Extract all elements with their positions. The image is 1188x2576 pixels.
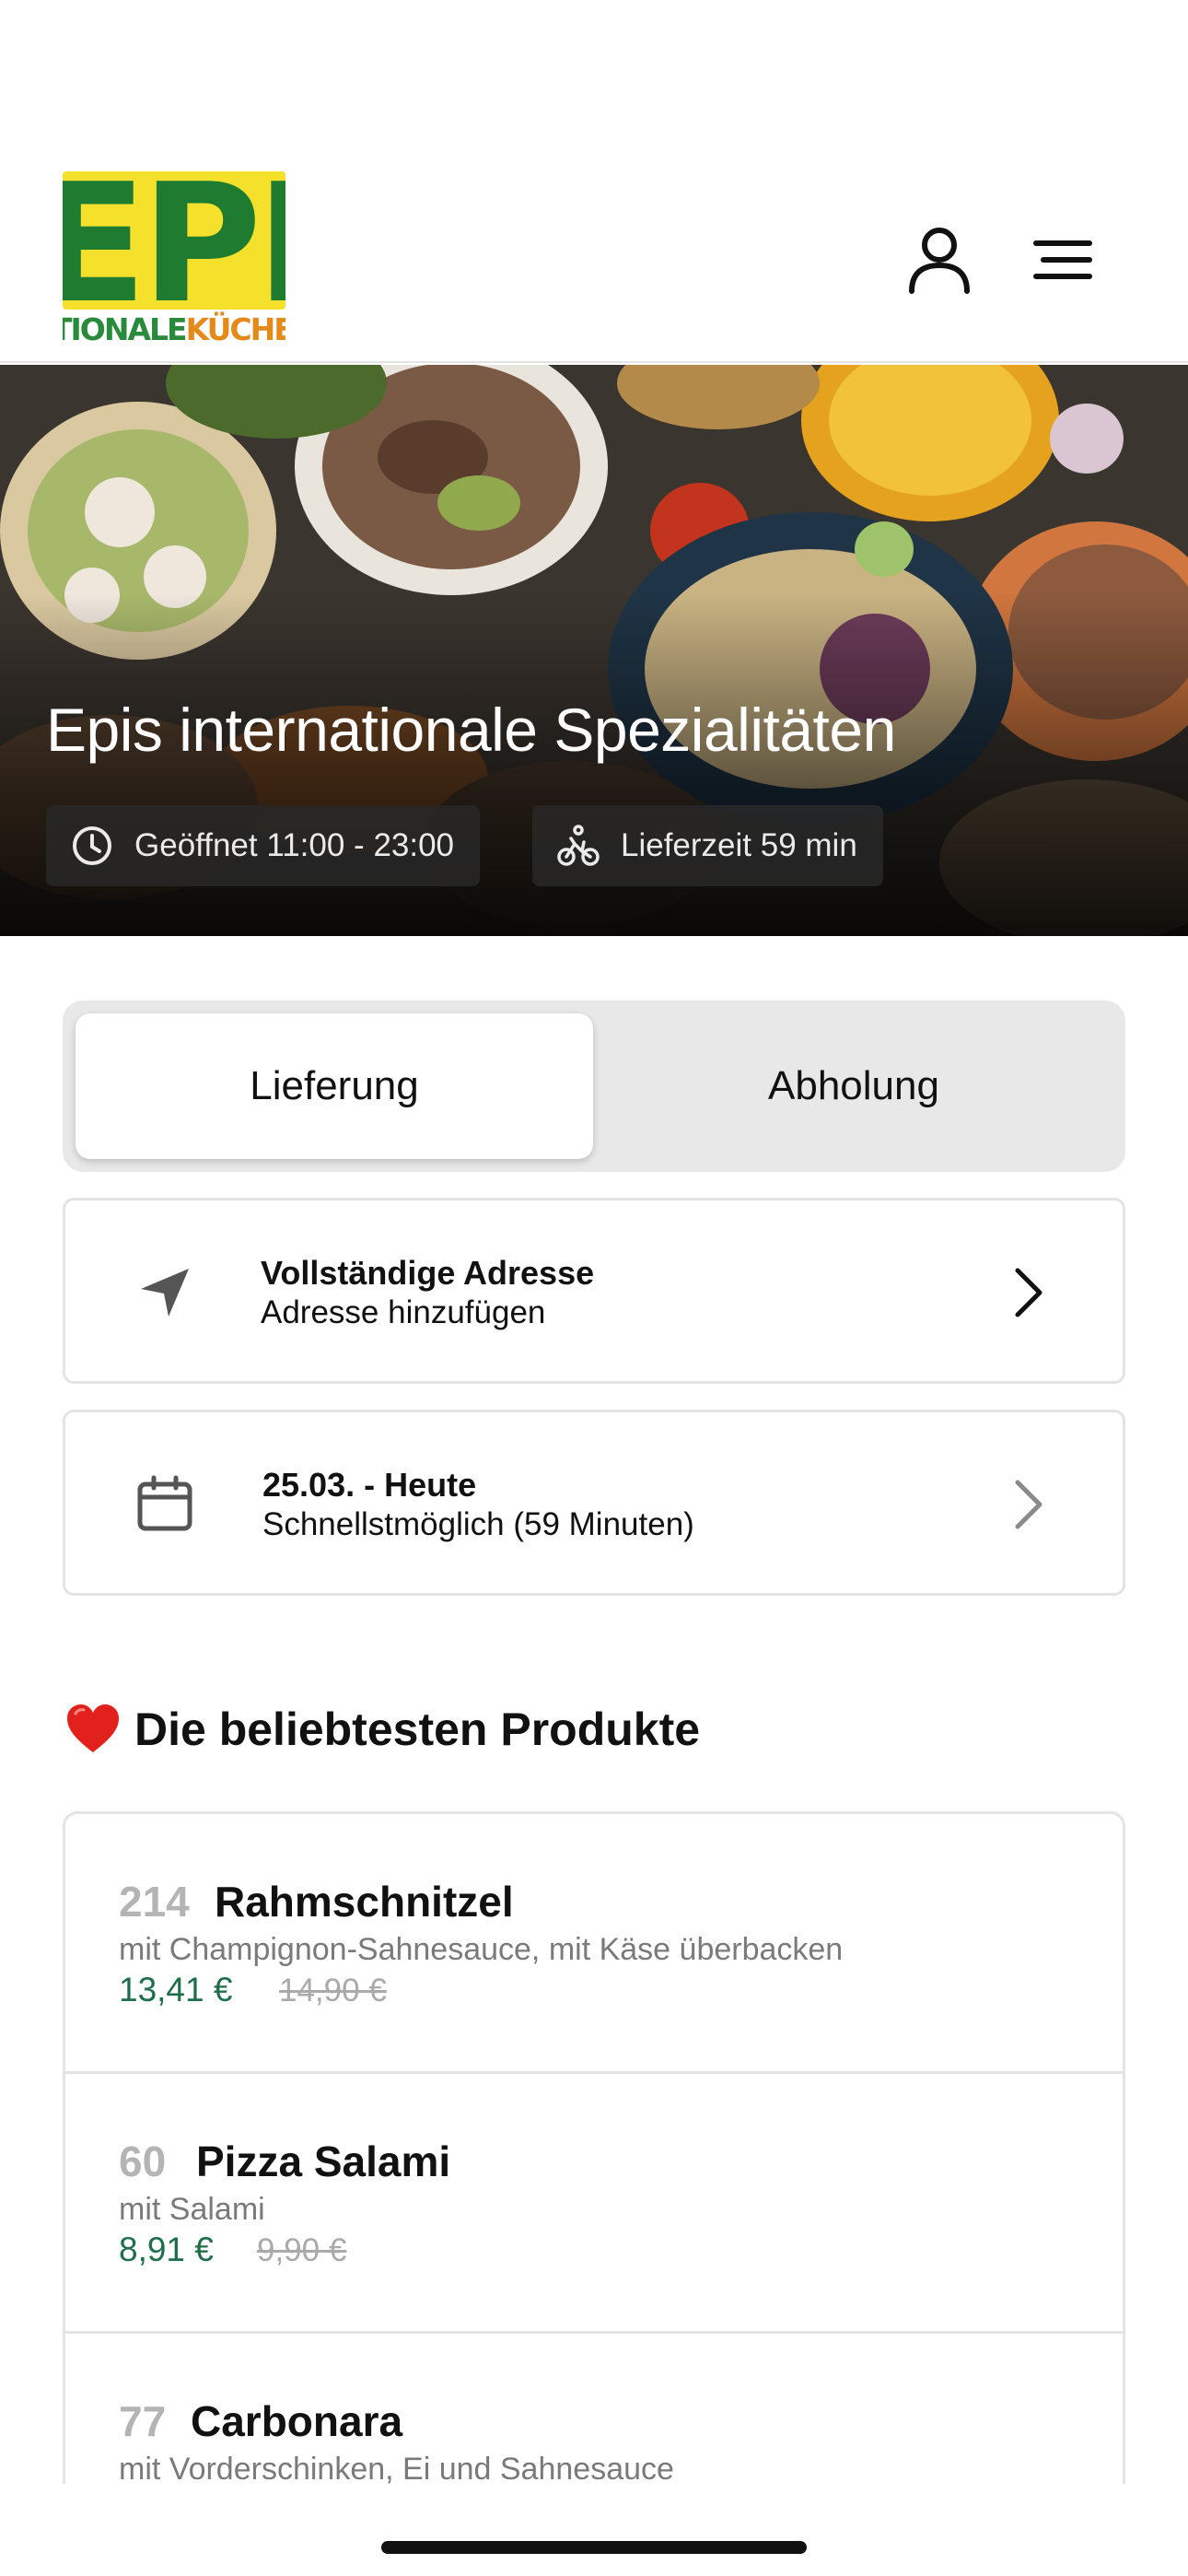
clock-icon <box>70 824 114 868</box>
opening-hours-chip: Geöffnet 11:00 - 23:00 <box>46 805 481 886</box>
chevron-right-icon <box>1015 1268 1042 1317</box>
product-item[interactable]: 214 Rahmschnitzel mit Champignon-Sahnesa… <box>65 1814 1123 2074</box>
delivery-mode-toggle: Lieferung Abholung <box>63 1001 1125 1172</box>
delivery-time-subtitle: Schnellstmöglich (59 Minuten) <box>262 1506 694 1542</box>
logo-subtitle: TIONALEKÜCHE <box>63 311 285 347</box>
app-header: EPIS TIONALEKÜCHE <box>0 0 1188 363</box>
tab-delivery[interactable]: Lieferung <box>76 1013 593 1159</box>
product-name: Rahmschnitzel <box>215 1878 514 1926</box>
menu-button[interactable] <box>1024 221 1101 299</box>
hero-banner: Epis internationale Spezialitäten Geöffn… <box>0 365 1188 936</box>
account-button[interactable] <box>901 221 978 299</box>
delivery-time-text: Lieferzeit 59 min <box>621 827 857 863</box>
product-old-price: 9,90 € <box>257 2232 347 2268</box>
calendar-icon <box>132 1471 198 1538</box>
restaurant-name: Epis internationale Spezialitäten <box>46 696 896 764</box>
delivery-date-title: 25.03. - Heute <box>262 1466 477 1504</box>
address-card-subtitle: Adresse hinzufügen <box>261 1294 546 1330</box>
popular-products-heading: Die beliebtesten Produkte <box>64 1701 700 1758</box>
product-price: 13,41 € <box>119 1971 233 2008</box>
product-name: Pizza Salami <box>196 2137 451 2185</box>
chevron-right-icon <box>1015 1480 1042 1529</box>
product-number: 214 <box>119 1878 190 1926</box>
product-item[interactable]: 60 Pizza Salami mit Salami 8,91 € 9,90 € <box>65 2074 1123 2334</box>
delivery-time-chip: Lieferzeit 59 min <box>532 805 883 886</box>
product-price: 8,91 € <box>119 2231 214 2268</box>
location-arrow-icon <box>132 1259 198 1326</box>
product-item[interactable]: 77 Carbonara mit Vorderschinken, Ei und … <box>65 2334 1123 2484</box>
product-name: Carbonara <box>191 2397 403 2445</box>
home-indicator[interactable] <box>381 2541 807 2554</box>
popular-products-list: 214 Rahmschnitzel mit Champignon-Sahnesa… <box>63 1811 1125 2484</box>
restaurant-logo[interactable]: EPIS TIONALEKÜCHE <box>63 171 285 352</box>
address-card-title: Vollständige Adresse <box>261 1254 595 1292</box>
product-description: mit Vorderschinken, Ei und Sahnesauce <box>119 2452 674 2484</box>
heart-icon <box>67 1704 119 1752</box>
logo-wordmark: EPIS <box>63 171 285 339</box>
product-old-price: 14,90 € <box>279 1973 387 2008</box>
menu-icon <box>1033 240 1092 279</box>
product-description: mit Salami <box>119 2192 265 2227</box>
popular-products-heading-text: Die beliebtesten Produkte <box>134 1704 701 1755</box>
tab-pickup[interactable]: Abholung <box>595 1013 1112 1159</box>
product-description: mit Champignon-Sahnesauce, mit Käse über… <box>119 1932 844 1967</box>
address-card[interactable]: Vollständige Adresse Adresse hinzufügen <box>63 1198 1125 1384</box>
delivery-time-card[interactable]: 25.03. - Heute Schnellstmöglich (59 Minu… <box>63 1410 1125 1596</box>
logo-subtitle-orange: KÜCHE <box>185 311 285 347</box>
product-number: 60 <box>119 2137 167 2185</box>
opening-hours-text: Geöffnet 11:00 - 23:00 <box>134 827 455 863</box>
logo-subtitle-green: TIONALE <box>63 311 188 347</box>
user-icon <box>909 228 970 294</box>
product-number: 77 <box>119 2397 167 2445</box>
bicycle-icon <box>556 824 600 868</box>
